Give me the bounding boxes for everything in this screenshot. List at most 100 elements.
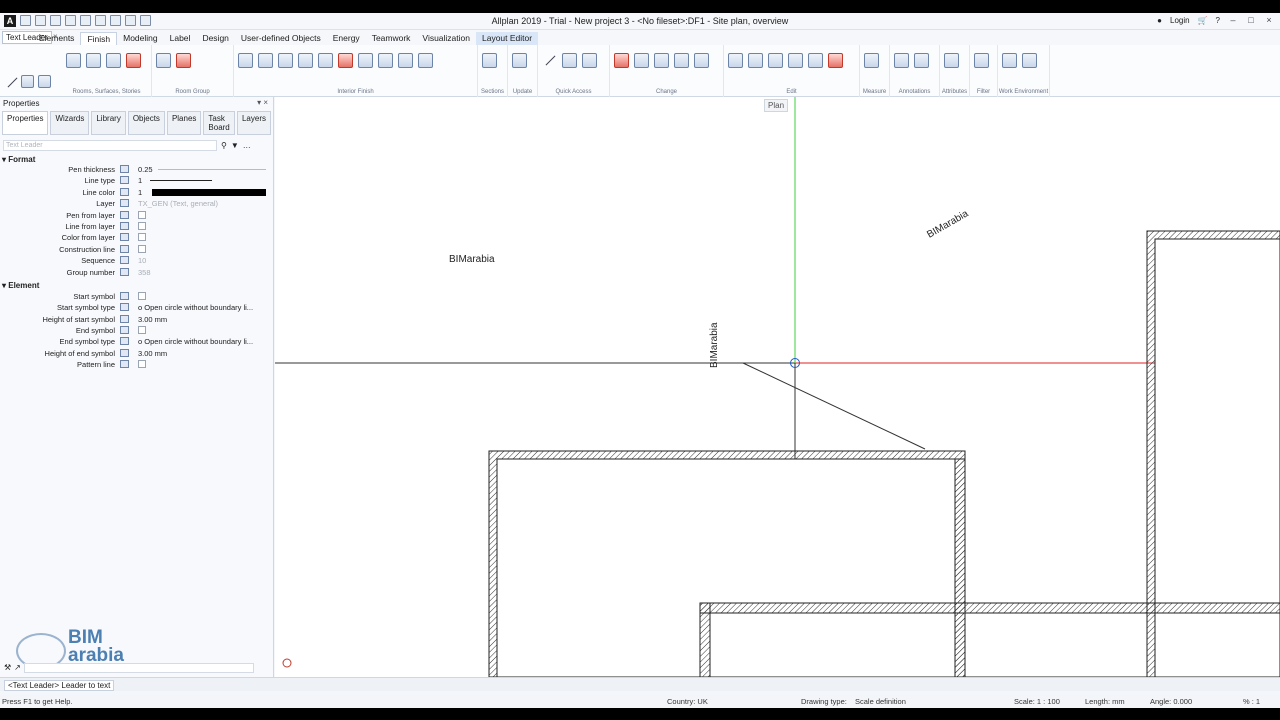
modify-room-icon[interactable] <box>126 53 141 68</box>
surface-icon[interactable] <box>86 53 101 68</box>
property-value[interactable]: TX_GEN (Text, general) <box>138 199 218 208</box>
percent-status[interactable]: % : 1 <box>1243 697 1260 706</box>
tab-modeling[interactable]: Modeling <box>117 32 164 45</box>
property-value[interactable]: 358 <box>138 268 151 277</box>
spell-check-icon[interactable] <box>894 53 909 68</box>
zoom-icon[interactable] <box>125 15 136 26</box>
story-icon[interactable] <box>106 53 121 68</box>
move-icon[interactable] <box>748 53 763 68</box>
tab-task-board[interactable]: Task Board <box>203 111 235 135</box>
room-icon[interactable] <box>66 53 81 68</box>
property-row[interactable]: Pen thickness 0.25 <box>0 164 273 175</box>
property-checkbox[interactable] <box>138 291 146 300</box>
tab-elements[interactable]: Elements <box>33 32 80 45</box>
object-type-dropdown[interactable]: Text Leader <box>3 139 217 151</box>
drawing-canvas[interactable]: Plan BIMarabia BIMarabia BIMarabia <box>275 97 1280 677</box>
floor-icon[interactable] <box>278 53 293 68</box>
eraser-icon[interactable] <box>614 53 629 68</box>
stretch-icon[interactable] <box>808 53 823 68</box>
delete-icon[interactable] <box>828 53 843 68</box>
property-value[interactable]: 10 <box>138 256 146 265</box>
property-row[interactable]: Line color 1 <box>0 187 273 198</box>
property-checkbox[interactable] <box>138 244 146 253</box>
tab-finish[interactable]: Finish <box>80 32 118 45</box>
modify-points-icon[interactable] <box>654 53 669 68</box>
drawing-type-value[interactable]: Scale definition <box>855 697 906 706</box>
more-icon[interactable]: … <box>243 141 251 150</box>
cart-icon[interactable]: 🛒 <box>1198 16 1208 25</box>
section-icon[interactable] <box>482 53 497 68</box>
section-format[interactable]: ▾ Format <box>0 153 273 164</box>
special-surface-icon[interactable] <box>338 53 353 68</box>
hatch-icon[interactable] <box>418 53 433 68</box>
property-value[interactable]: 3.00 mm <box>138 315 167 324</box>
property-row[interactable]: Pen from layer <box>0 210 273 221</box>
user-icon[interactable]: ● <box>1157 16 1162 25</box>
wall-finish-icon[interactable] <box>238 53 253 68</box>
text-icon[interactable] <box>562 53 577 68</box>
property-row[interactable]: Start symbol type o Open circle without b… <box>0 302 273 313</box>
property-row[interactable]: Layer TX_GEN (Text, general) <box>0 198 273 209</box>
undo-icon[interactable] <box>80 15 91 26</box>
tab-energy[interactable]: Energy <box>327 32 366 45</box>
tab-wizards[interactable]: Wizards <box>50 111 90 135</box>
tab-library[interactable]: Library <box>91 111 126 135</box>
property-row[interactable]: Sequence 10 <box>0 255 273 266</box>
wrench-icon[interactable]: ⚒ <box>4 663 11 672</box>
polyline-icon[interactable] <box>4 75 17 88</box>
plan-view-button[interactable]: Plan <box>764 99 789 112</box>
save-icon[interactable] <box>50 15 61 26</box>
property-checkbox[interactable] <box>138 221 146 230</box>
back-arrow-icon[interactable] <box>38 75 51 88</box>
close-icon[interactable]: × <box>1264 15 1274 25</box>
open-file-icon[interactable] <box>35 15 46 26</box>
polyline-edit-icon[interactable] <box>674 53 689 68</box>
room-group-edit-icon[interactable] <box>176 53 191 68</box>
property-row[interactable]: Line from layer <box>0 221 273 232</box>
bimarabia-text-horizontal[interactable]: BIMarabia <box>449 254 495 265</box>
filter-icon[interactable]: ▼ <box>231 141 239 150</box>
tab-layout-editor[interactable]: Layout Editor <box>476 32 539 45</box>
tab-label[interactable]: Label <box>164 32 197 45</box>
export-icon[interactable]: ↗ <box>14 663 21 672</box>
tab-visualization[interactable]: Visualization <box>416 32 476 45</box>
property-row[interactable]: Pattern line <box>0 359 273 370</box>
property-value[interactable]: 3.00 mm <box>138 349 167 358</box>
property-row[interactable]: Group number 358 <box>0 267 273 278</box>
property-checkbox[interactable] <box>138 326 146 335</box>
annotation-list-icon[interactable] <box>914 53 929 68</box>
tab-objects[interactable]: Objects <box>127 111 165 135</box>
tools-icon[interactable] <box>140 15 151 26</box>
grid-finish-icon[interactable] <box>318 53 333 68</box>
property-row[interactable]: End symbol type o Open circle without bou… <box>0 336 273 347</box>
tab-planes[interactable]: Planes <box>166 111 202 135</box>
property-value[interactable]: 1 <box>138 188 142 197</box>
property-checkbox[interactable] <box>138 360 146 369</box>
search-icon[interactable]: ⚲ <box>221 141 227 150</box>
line-icon[interactable] <box>542 53 557 68</box>
property-row[interactable]: Color from layer <box>0 232 273 243</box>
ceiling-icon[interactable] <box>258 53 273 68</box>
scale-status[interactable]: Scale: 1 : 100 <box>1014 697 1060 706</box>
section-element[interactable]: ▾ Element <box>0 279 273 290</box>
room-group-icon[interactable] <box>156 53 171 68</box>
dimension-icon[interactable] <box>582 53 597 68</box>
tab-layers[interactable]: Layers <box>236 111 271 135</box>
rotate-icon[interactable] <box>768 53 783 68</box>
minimize-icon[interactable]: – <box>1228 15 1238 25</box>
redo-icon[interactable] <box>95 15 106 26</box>
join-icon[interactable] <box>694 53 709 68</box>
select-icon[interactable] <box>398 53 413 68</box>
maximize-icon[interactable]: □ <box>1246 15 1256 25</box>
tab-design[interactable]: Design <box>196 32 234 45</box>
login-link[interactable]: Login <box>1170 16 1190 25</box>
work-environment-icon[interactable] <box>1002 53 1017 68</box>
bimarabia-text-vertical[interactable]: BIMarabia <box>709 322 720 368</box>
trim-icon[interactable] <box>634 53 649 68</box>
measure-icon[interactable] <box>864 53 879 68</box>
property-checkbox[interactable] <box>138 233 146 242</box>
allplan-logo-icon[interactable]: A <box>4 15 16 27</box>
property-row[interactable]: Construction line <box>0 244 273 255</box>
property-row[interactable]: Height of end symbol 3.00 mm <box>0 348 273 359</box>
angle-status[interactable]: Angle: 0.000 <box>1150 697 1192 706</box>
